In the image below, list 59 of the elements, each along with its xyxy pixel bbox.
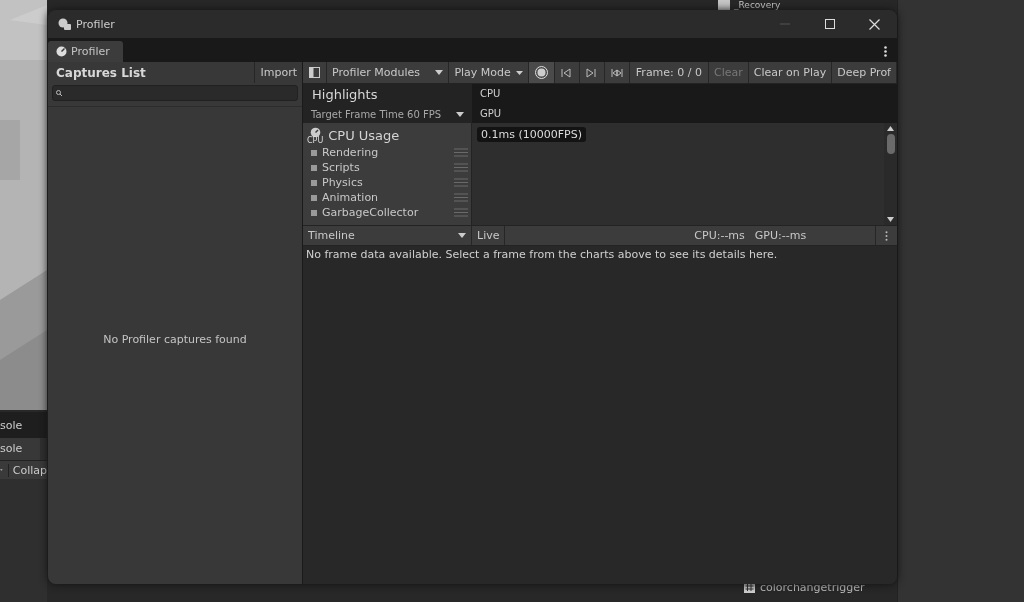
swatch-icon (311, 179, 317, 186)
folder-icon (718, 0, 730, 10)
legend-item[interactable]: Physics (322, 176, 363, 189)
record-icon (534, 66, 548, 79)
caret-icon (456, 111, 464, 117)
swatch-icon (311, 149, 317, 156)
panel-title: Captures List (56, 65, 146, 80)
caret-icon (458, 233, 466, 238)
profiler-icon (58, 18, 71, 30)
details-message: No frame data available. Select a frame from the charts above to see its details here. (306, 248, 778, 261)
swatch-icon (311, 164, 317, 171)
sidebar-icon (309, 67, 320, 78)
drag-handle-icon (454, 208, 468, 217)
swatch-icon (311, 209, 317, 216)
gpu-time: GPU:--ms (754, 229, 807, 242)
gauge-icon (56, 46, 67, 57)
search-icon (56, 90, 62, 96)
close-icon (869, 18, 880, 30)
legend-item[interactable]: Animation (322, 191, 379, 204)
console-tab[interactable]: sole (0, 412, 47, 438)
caret-icon (435, 70, 444, 75)
maximize-icon (824, 19, 835, 29)
drag-handle-icon (454, 178, 468, 187)
gauge-icon (309, 127, 321, 137)
empty-message: No Profiler captures found (103, 333, 247, 346)
legend-item[interactable]: GarbageCollector (322, 206, 419, 219)
up-arrow-icon (887, 126, 894, 131)
chart-label: 0.1ms (10000FPS) (477, 127, 586, 142)
record-button[interactable] (528, 62, 555, 83)
window-title: Profiler (76, 17, 115, 31)
more-icon (885, 230, 888, 241)
profiler-tab[interactable]: Profiler (48, 41, 123, 62)
icon-label: CPU (307, 137, 324, 145)
caret-icon (515, 70, 523, 75)
drag-handle-icon (454, 148, 468, 157)
more-icon (883, 45, 887, 57)
project-item[interactable]: colorchangetrigger (760, 581, 865, 594)
legend-item[interactable]: Rendering (322, 146, 379, 159)
lane-label: GPU (480, 107, 503, 119)
hierarchy-item[interactable]: _Recovery (734, 0, 781, 10)
search-field[interactable] (52, 85, 298, 101)
skip-end-icon (610, 67, 623, 78)
scroll-thumb[interactable] (886, 134, 895, 154)
cpu-time: CPU:--ms (694, 229, 745, 242)
swatch-icon (311, 194, 317, 201)
target-frame-dropdown[interactable]: Target Frame Time 60 FPS (303, 106, 472, 122)
step-back-icon (560, 67, 573, 78)
highlights-title: Highlights (311, 86, 379, 104)
module-title: CPU Usage (328, 127, 400, 143)
step-forward-icon (585, 67, 598, 78)
drag-handle-icon (454, 193, 468, 202)
caret-icon (0, 468, 3, 472)
lane-label: CPU (480, 88, 502, 100)
down-arrow-icon (887, 217, 894, 222)
scrollbar[interactable] (884, 123, 897, 225)
console-tab[interactable]: sole (0, 438, 40, 460)
module-legend[interactable]: CPU CPU Usage Rendering Scripts Physics Animation GarbageCollector (303, 123, 472, 225)
drag-handle-icon (454, 163, 468, 172)
legend-item[interactable]: Scripts (322, 161, 360, 174)
